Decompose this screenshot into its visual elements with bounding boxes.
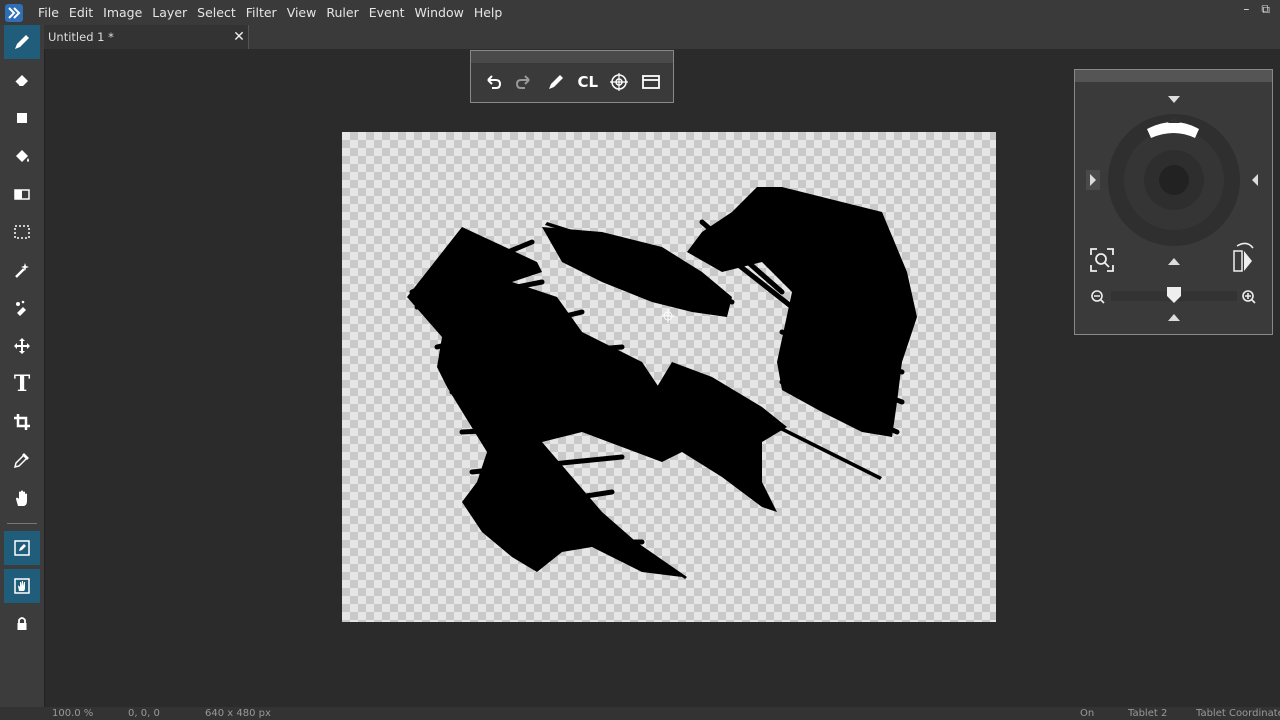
menu-window[interactable]: Window <box>410 5 469 20</box>
minimize-button[interactable]: – <box>1243 2 1249 17</box>
zoom-in-icon[interactable] <box>1242 290 1256 304</box>
app-logo-icon <box>5 3 23 22</box>
move-tool[interactable] <box>4 329 40 363</box>
tab-untitled-1[interactable]: Untitled 1 * ✕ <box>44 25 249 49</box>
text-tool[interactable]: T <box>4 367 40 401</box>
rotate-down-arrow-icon[interactable] <box>1168 96 1180 103</box>
position-readout: 0, 0, 0 <box>128 708 160 719</box>
clear-button[interactable]: CL <box>575 69 601 95</box>
up-arrow-icon[interactable] <box>1168 258 1180 265</box>
rect-select-tool[interactable] <box>4 215 40 249</box>
menu-help[interactable]: Help <box>469 5 508 20</box>
hand-icon <box>16 490 27 506</box>
pencil-tool[interactable] <box>4 25 40 59</box>
zoom-readout: 100.0 % <box>52 708 94 719</box>
navigator-controls <box>1086 96 1258 321</box>
floating-toolbar: CL <box>470 50 674 103</box>
drawing-canvas[interactable] <box>342 132 996 622</box>
target-icon <box>610 73 629 91</box>
menu-ruler[interactable]: Ruler <box>321 5 363 20</box>
zoom-fit-icon[interactable] <box>1090 248 1114 272</box>
window-icon <box>642 75 661 89</box>
tablet-pen-icon <box>14 540 30 556</box>
menu-event[interactable]: Event <box>364 5 410 20</box>
status-bar: 100.0 % 0, 0, 0 640 x 480 px On Tablet 2… <box>0 707 1280 720</box>
lock-icon <box>17 617 27 630</box>
text-tool-glyph: T <box>13 371 31 397</box>
paint-bucket-icon <box>16 150 29 162</box>
size-readout: 640 x 480 px <box>205 708 271 719</box>
redo-button[interactable] <box>511 69 537 95</box>
select-brush-tool[interactable] <box>4 291 40 325</box>
pen-button[interactable] <box>543 69 569 95</box>
marquee-icon <box>14 225 30 239</box>
tablet-readout: Tablet 2 <box>1128 708 1168 719</box>
tablet-hand-toggle[interactable] <box>4 569 40 603</box>
toolbox: T <box>0 25 45 707</box>
slider-up-arrow-icon[interactable] <box>1168 314 1180 321</box>
fill-tool[interactable] <box>4 139 40 173</box>
eyedropper-tool[interactable] <box>4 443 40 477</box>
menu-select[interactable]: Select <box>192 5 241 20</box>
square-icon <box>17 113 27 123</box>
pen-icon <box>549 75 564 89</box>
document-tab-bar: Untitled 1 * ✕ <box>44 25 1280 49</box>
gradient-icon <box>14 189 30 200</box>
rectangle-tool[interactable] <box>4 101 40 135</box>
menu-filter[interactable]: Filter <box>241 5 282 20</box>
lock-tool[interactable] <box>4 607 40 641</box>
magic-wand-tool[interactable] <box>4 253 40 287</box>
tablet-coordinates-readout: Tablet Coordinates <box>1196 708 1280 719</box>
toolbar-drag-handle[interactable] <box>471 51 673 63</box>
menu-file[interactable]: File <box>33 5 64 20</box>
undo-button[interactable] <box>480 69 506 95</box>
menu-edit[interactable]: Edit <box>64 5 98 20</box>
toolbox-separator <box>7 523 37 524</box>
magic-wand-icon <box>15 263 29 278</box>
tab-title: Untitled 1 * <box>48 30 114 44</box>
canvas-drawing <box>407 187 917 579</box>
menu-view[interactable]: View <box>282 5 322 20</box>
clear-label: CL <box>577 73 599 91</box>
crop-icon <box>14 414 30 430</box>
gradient-tool[interactable] <box>4 177 40 211</box>
undo-icon <box>487 75 501 89</box>
window-controls: – ⧉ <box>1243 2 1270 17</box>
menu-image[interactable]: Image <box>98 5 147 20</box>
redo-icon <box>516 75 531 89</box>
window-button[interactable] <box>638 69 664 95</box>
menu-layer[interactable]: Layer <box>147 5 192 20</box>
navigator-drag-handle[interactable] <box>1075 70 1272 82</box>
eraser-tool[interactable] <box>4 63 40 97</box>
eraser-icon <box>14 75 28 87</box>
navigator-panel <box>1074 69 1273 335</box>
menu-bar: File Edit Image Layer Select Filter View… <box>0 0 1280 25</box>
eyedropper-icon <box>13 453 29 469</box>
restore-button[interactable]: ⧉ <box>1261 2 1270 17</box>
close-icon[interactable]: ✕ <box>230 29 248 45</box>
target-button[interactable] <box>606 69 632 95</box>
tablet-hand-icon <box>14 578 30 594</box>
flip-icon[interactable] <box>1233 242 1254 272</box>
crop-tool[interactable] <box>4 405 40 439</box>
hand-tool[interactable] <box>4 481 40 515</box>
pencil-icon <box>15 35 29 49</box>
tablet-pen-toggle[interactable] <box>4 531 40 565</box>
move-icon <box>14 338 30 354</box>
select-brush-icon <box>16 300 26 316</box>
pan-right-arrow-icon[interactable] <box>1252 174 1258 186</box>
zoom-out-icon[interactable] <box>1091 290 1105 304</box>
status-on: On <box>1080 708 1095 719</box>
